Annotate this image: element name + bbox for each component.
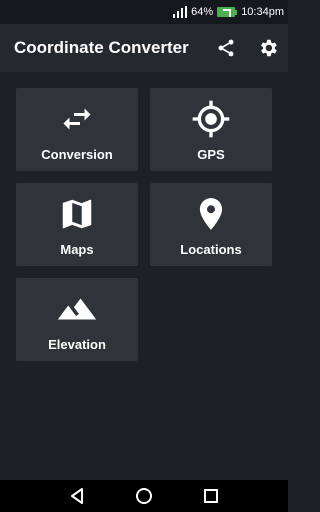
status-time: 10:34pm: [241, 6, 284, 18]
tile-label: Locations: [180, 242, 242, 257]
gear-icon: [261, 39, 277, 57]
signal-icon: [173, 6, 188, 18]
share-icon: [218, 39, 234, 57]
tile-elevation[interactable]: Elevation: [16, 278, 138, 361]
tile-locations[interactable]: Locations: [150, 183, 272, 266]
tile-label: Elevation: [48, 337, 106, 352]
map-icon: [55, 192, 99, 236]
swap-arrows-icon: [55, 97, 99, 141]
app-bar: Coordinate Converter: [0, 24, 288, 72]
location-pin-icon: [189, 192, 233, 236]
battery-icon: [217, 7, 238, 17]
tile-label: Maps: [60, 242, 94, 257]
nav-home-button[interactable]: [132, 484, 156, 508]
app-title: Coordinate Converter: [14, 38, 189, 57]
settings-button[interactable]: [256, 36, 280, 60]
tile-conversion[interactable]: Conversion: [16, 88, 138, 171]
tile-label: GPS: [197, 147, 225, 162]
tool-grid: Conversion GPS Maps Locations Elevation: [16, 88, 272, 361]
tile-maps[interactable]: Maps: [16, 183, 138, 266]
tile-label: Conversion: [41, 147, 113, 162]
mountain-icon: [55, 287, 99, 331]
nav-recents-button[interactable]: [199, 484, 223, 508]
back-triangle-icon: [71, 488, 84, 504]
gps-crosshair-icon: [189, 97, 233, 141]
nav-back-button[interactable]: [65, 484, 89, 508]
tile-gps[interactable]: GPS: [150, 88, 272, 171]
app-actions: [214, 24, 280, 72]
battery-percent: 64%: [191, 6, 214, 18]
system-nav-bar: [0, 480, 288, 512]
home-circle-icon: [135, 488, 152, 504]
status-bar: 64% 10:34pm: [0, 0, 288, 24]
share-button[interactable]: [214, 36, 238, 60]
recents-square-icon: [203, 489, 218, 503]
